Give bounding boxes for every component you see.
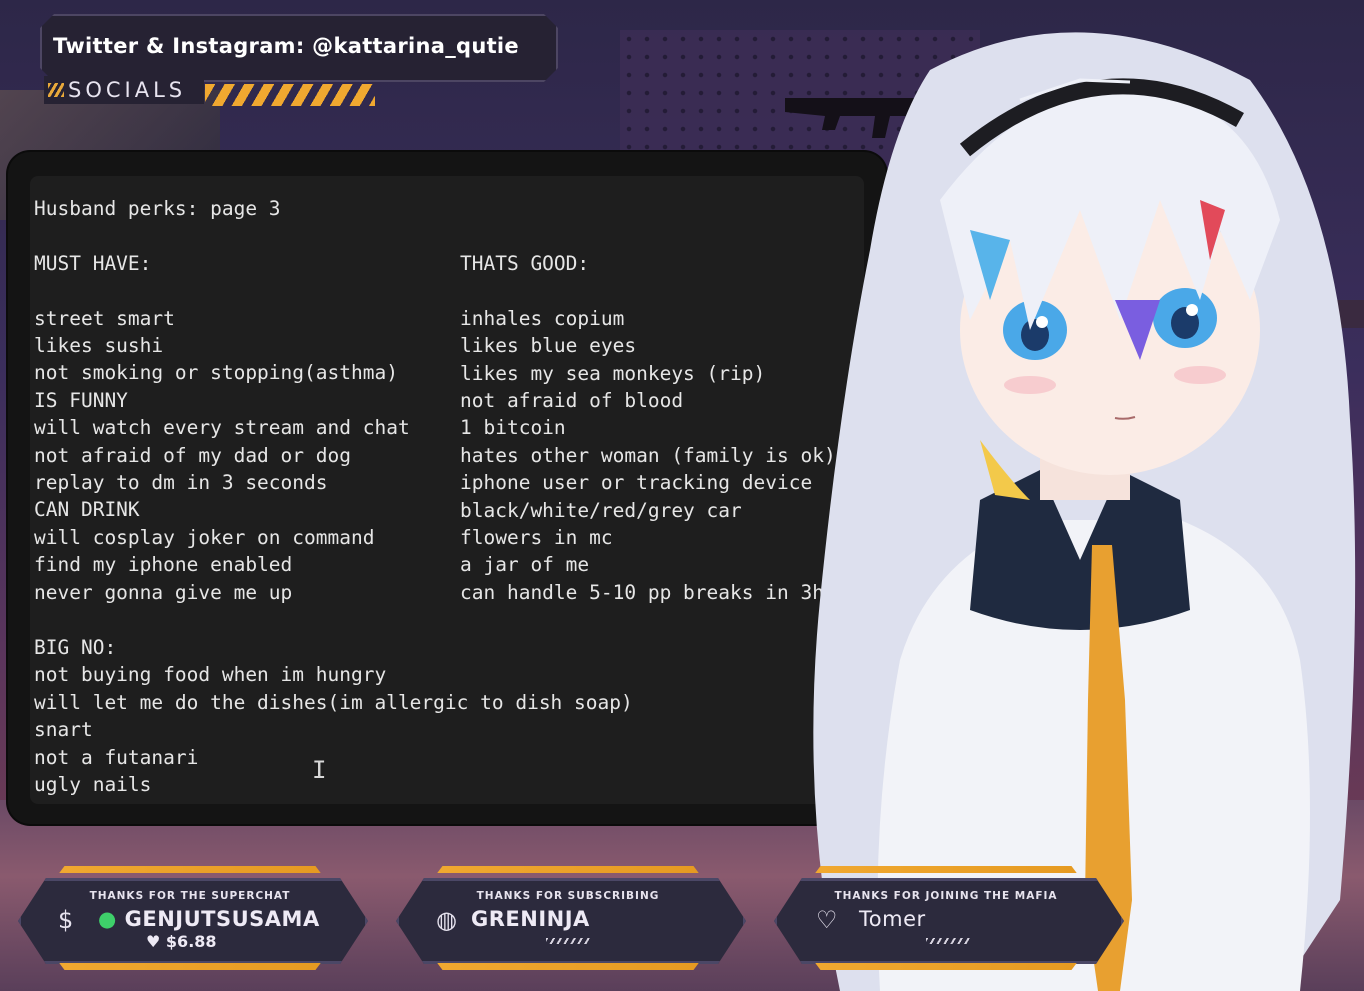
dash-decoration (546, 938, 590, 944)
card-stripe (815, 866, 1077, 873)
must-have-column: Husband perks: page 3 MUST HAVE: street … (34, 195, 410, 606)
alert-username-text: GENJUTSUSAMA (124, 907, 320, 931)
card-stripe (815, 963, 1077, 970)
text-cursor-icon: I (312, 756, 327, 784)
vtuber-avatar (813, 32, 1356, 991)
must-have-item: will cosplay joker on command (34, 525, 375, 549)
big-no-item: will let me do the dishes(im allergic to… (34, 690, 633, 714)
card-stripe (437, 963, 699, 970)
must-have-header: MUST HAVE: (34, 251, 152, 275)
dash-decoration (926, 938, 970, 944)
must-have-item: not smoking or stopping(asthma) (34, 361, 398, 385)
notepad-title: Husband perks: page 3 (34, 197, 281, 220)
alert-amount-text: $6.88 (165, 932, 217, 951)
must-have-item: likes sushi (34, 334, 164, 358)
alert-amount: ♥ $6.88 (146, 932, 217, 951)
heart-small-icon: ♥ (146, 932, 161, 951)
must-have-item: replay to dm in 3 seconds (34, 471, 328, 495)
big-no-header: BIG NO: (34, 636, 117, 659)
must-have-item: street smart (34, 306, 175, 330)
hatch-icon (48, 83, 64, 97)
hatch-stripe-decoration (205, 84, 375, 106)
globe-icon: ◍ (436, 906, 457, 934)
big-no-item: snart (34, 718, 93, 742)
heart-icon: ♡ (816, 906, 838, 934)
big-no-section: BIG NO: not buying food when im hungry wil… (34, 634, 633, 798)
alert-caption: THANKS FOR JOINING THE MAFIA (834, 890, 1058, 902)
socials-label: SOCIALS (68, 78, 187, 102)
must-have-item: CAN DRINK (34, 498, 140, 522)
alert-username: Tomer (859, 907, 926, 931)
big-no-item: not buying food when im hungry (34, 663, 387, 687)
card-stripe (59, 866, 321, 873)
alert-username: ● GENJUTSUSAMA (98, 907, 320, 931)
must-have-item: never gonna give me up (34, 580, 293, 604)
big-no-item: not a futanari (34, 745, 199, 769)
dollar-icon: $ (58, 906, 74, 934)
alert-caption: THANKS FOR THE SUPERCHAT (89, 890, 291, 902)
big-no-item: ugly nails (34, 773, 152, 797)
socials-handle: Twitter & Instagram: @kattarina_qutie (53, 34, 519, 58)
subscriber-alert: THANKS FOR SUBSCRIBING ◍ GRENINJA (396, 866, 746, 970)
must-have-item: IS FUNNY (34, 388, 128, 412)
superchat-alert: THANKS FOR THE SUPERCHAT $ ● GENJUTSUSAM… (18, 866, 368, 970)
alert-caption: THANKS FOR SUBSCRIBING (476, 890, 660, 902)
card-stripe (59, 963, 321, 970)
mafia-join-alert: THANKS FOR JOINING THE MAFIA ♡ Tomer (774, 866, 1124, 970)
must-have-item: will watch every stream and chat (34, 416, 410, 440)
card-stripe (437, 866, 699, 873)
must-have-item: not afraid of my dad or dog (34, 443, 351, 467)
must-have-item: find my iphone enabled (34, 553, 293, 577)
alert-username: GRENINJA (471, 907, 590, 931)
chat-bubble-icon: ● (98, 907, 117, 931)
